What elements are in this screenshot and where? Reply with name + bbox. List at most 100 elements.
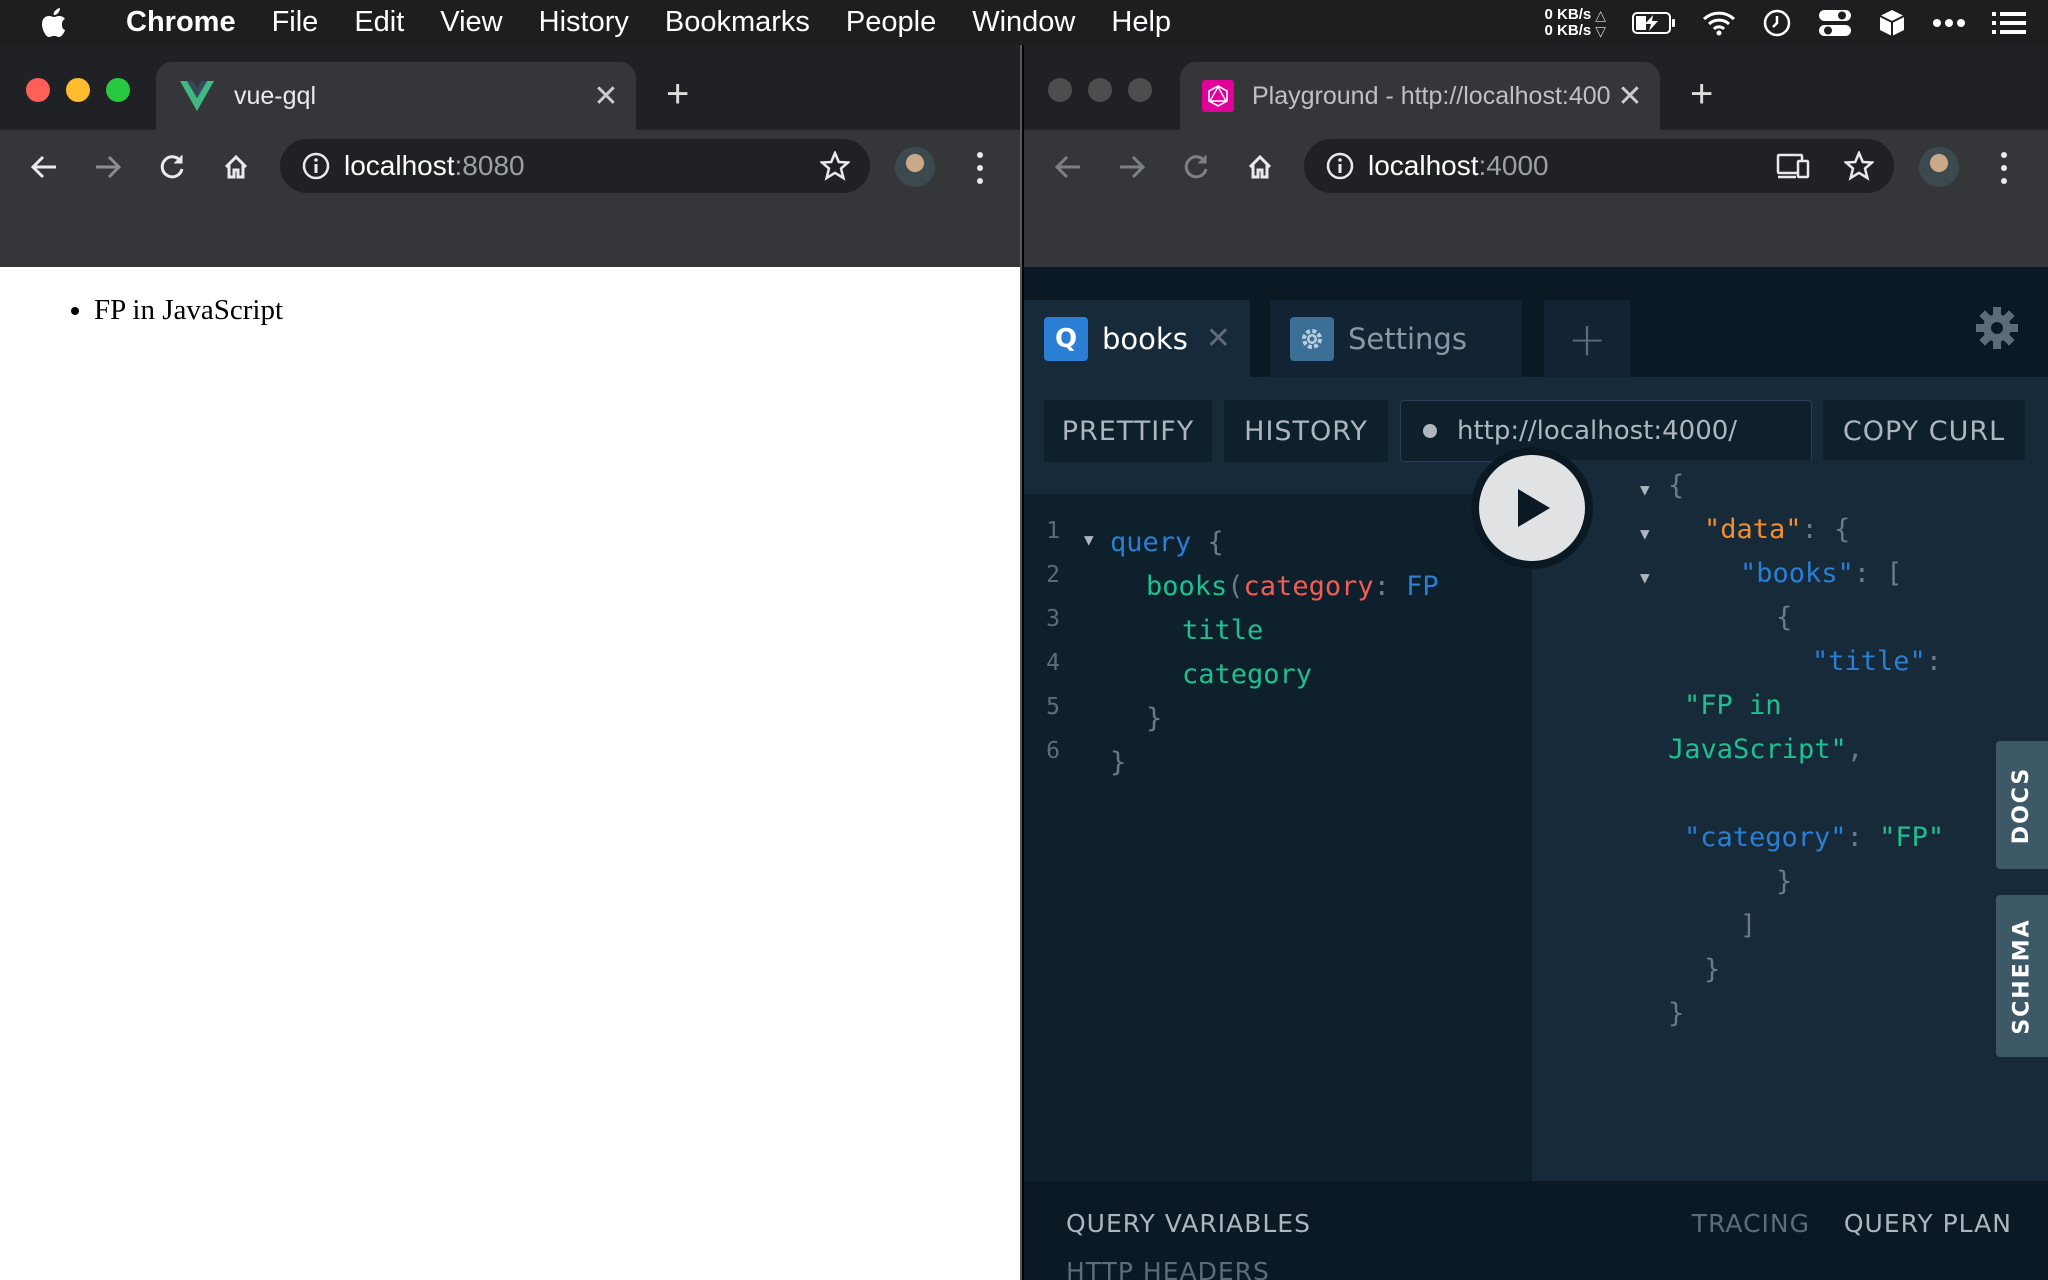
back-arrow-icon[interactable] <box>1036 135 1100 199</box>
menu-file[interactable]: File <box>254 6 337 39</box>
bookmark-star-icon[interactable] <box>1844 151 1874 181</box>
prettify-button[interactable]: PRETTIFY <box>1044 400 1212 462</box>
clock-status-icon[interactable] <box>1762 8 1792 38</box>
endpoint-url-input[interactable]: http://localhost:4000/ <box>1400 400 1812 462</box>
result-viewer: ▼ ▼ ▼ { "data": { "books": [ { "title": … <box>1532 460 2048 1181</box>
browser-window-right: Playground - http://localhost:400 ✕ + lo… <box>1024 45 2048 1280</box>
menu-view[interactable]: View <box>422 6 520 39</box>
json-key-data: "data" <box>1704 514 1802 545</box>
fold-arrow-icon[interactable]: ▼ <box>1640 568 1650 587</box>
json-string-value: "FP" <box>1879 822 1945 853</box>
json-brace: } <box>1668 998 1685 1029</box>
fold-arrow-icon[interactable]: ▼ <box>1640 480 1650 499</box>
json-brace: } <box>1704 954 1721 985</box>
code-line-3: title <box>1182 611 1263 651</box>
code-punctuation: ( <box>1227 571 1244 602</box>
cast-device-icon[interactable] <box>1776 151 1810 181</box>
result-line: } <box>1776 862 1792 902</box>
tab-settings[interactable]: Settings <box>1270 300 1522 377</box>
address-bar[interactable]: localhost:8080 <box>280 139 870 193</box>
browser-menu-icon[interactable] <box>1994 146 2014 190</box>
field-title: title <box>1182 615 1264 646</box>
zoom-window-button[interactable] <box>1128 78 1152 102</box>
notification-list-icon[interactable] <box>1992 10 2026 36</box>
profile-avatar[interactable] <box>1919 147 1959 187</box>
schema-side-tab[interactable]: SCHEMA <box>1996 895 2048 1057</box>
wifi-icon[interactable] <box>1702 10 1736 36</box>
fold-arrow-icon[interactable]: ▼ <box>1084 530 1094 549</box>
fold-arrow-icon[interactable]: ▼ <box>1640 524 1650 543</box>
browser-window-left: vue-gql ✕ + localhost:8080 • FP in Java… <box>0 45 1022 1280</box>
address-bar[interactable]: localhost:4000 <box>1304 139 1894 193</box>
history-button[interactable]: HISTORY <box>1224 400 1388 462</box>
profile-avatar[interactable] <box>895 147 935 187</box>
menu-history[interactable]: History <box>521 6 647 39</box>
tab-close-icon[interactable]: ✕ <box>586 79 626 114</box>
settings-gear-icon[interactable] <box>1974 305 2020 356</box>
menu-edit[interactable]: Edit <box>336 6 422 39</box>
control-toggles-icon[interactable] <box>1818 8 1852 38</box>
network-monitor[interactable]: 0 KB/s 0 KB/s △ ▽ <box>1544 6 1606 39</box>
info-icon[interactable] <box>302 152 330 180</box>
json-bracket: ] <box>1740 910 1757 941</box>
url-port: :4000 <box>1478 150 1549 181</box>
more-dots-icon[interactable] <box>1932 18 1966 28</box>
http-headers-tab[interactable]: HTTP HEADERS <box>1066 1257 1270 1280</box>
argument-category: category <box>1243 571 1374 602</box>
menu-people[interactable]: People <box>828 6 954 39</box>
json-punctuation: : { <box>1801 514 1851 545</box>
tracing-tab[interactable]: TRACING <box>1692 1209 1810 1238</box>
result-line: "books": [ <box>1740 554 1903 594</box>
tab-title: Playground - http://localhost:400 <box>1252 81 1610 110</box>
result-line: JavaScript", <box>1668 730 1863 770</box>
forward-arrow-icon[interactable] <box>76 135 140 199</box>
bookmark-star-icon[interactable] <box>820 151 850 181</box>
cube-status-icon[interactable] <box>1878 8 1906 38</box>
menu-app-chrome[interactable]: Chrome <box>108 6 254 39</box>
code-line-4: category <box>1182 655 1312 695</box>
close-tab-icon[interactable]: ✕ <box>1206 321 1231 356</box>
reload-icon[interactable] <box>140 135 204 199</box>
tab-strip: Playground - http://localhost:400 ✕ + <box>1024 45 2048 130</box>
docs-label: DOCS <box>2009 766 2035 844</box>
apple-menu-icon[interactable] <box>0 7 108 38</box>
query-editor[interactable]: 1 2 3 4 5 6 ▼ query { books(category: FP… <box>1024 494 1532 1181</box>
json-key-category: "category" <box>1684 822 1847 853</box>
tab-vue-gql[interactable]: vue-gql ✕ <box>156 62 636 130</box>
query-plan-tab[interactable]: QUERY PLAN <box>1844 1209 2012 1238</box>
menu-window[interactable]: Window <box>954 6 1093 39</box>
close-window-button[interactable] <box>26 78 50 102</box>
tab-playground[interactable]: Playground - http://localhost:400 ✕ <box>1180 62 1660 130</box>
close-window-button[interactable] <box>1048 78 1072 102</box>
copy-curl-button[interactable]: COPY CURL <box>1823 400 2025 462</box>
new-tab-button[interactable]: + <box>1690 72 1713 117</box>
home-icon[interactable] <box>204 135 268 199</box>
tab-books[interactable]: Q books ✕ <box>1024 300 1250 377</box>
reload-icon[interactable] <box>1164 135 1228 199</box>
bookmarks-bar <box>0 205 1020 267</box>
info-icon[interactable] <box>1326 152 1354 180</box>
execute-query-button[interactable] <box>1471 447 1593 569</box>
zoom-window-button[interactable] <box>106 78 130 102</box>
minimize-window-button[interactable] <box>66 78 90 102</box>
json-brace: } <box>1776 866 1793 897</box>
menu-bookmarks[interactable]: Bookmarks <box>647 6 828 39</box>
forward-arrow-icon[interactable] <box>1100 135 1164 199</box>
query-variables-tab[interactable]: QUERY VARIABLES <box>1066 1209 1311 1238</box>
new-playground-tab-button[interactable]: + <box>1544 300 1630 377</box>
back-arrow-icon[interactable] <box>12 135 76 199</box>
code-line-2: books(category: FP <box>1146 567 1439 607</box>
battery-icon[interactable] <box>1632 11 1676 35</box>
net-down-speed: 0 KB/s <box>1544 21 1592 39</box>
new-tab-button[interactable]: + <box>666 72 689 117</box>
menu-help[interactable]: Help <box>1093 6 1189 39</box>
json-brace: { <box>1668 470 1685 501</box>
vue-logo-icon <box>180 81 214 111</box>
browser-menu-icon[interactable] <box>970 146 990 190</box>
result-line: "FP in <box>1684 686 1782 726</box>
tab-close-icon[interactable]: ✕ <box>1610 79 1650 114</box>
docs-side-tab[interactable]: DOCS <box>1996 741 2048 869</box>
home-icon[interactable] <box>1228 135 1292 199</box>
minimize-window-button[interactable] <box>1088 78 1112 102</box>
query-keyword: query <box>1110 527 1192 558</box>
